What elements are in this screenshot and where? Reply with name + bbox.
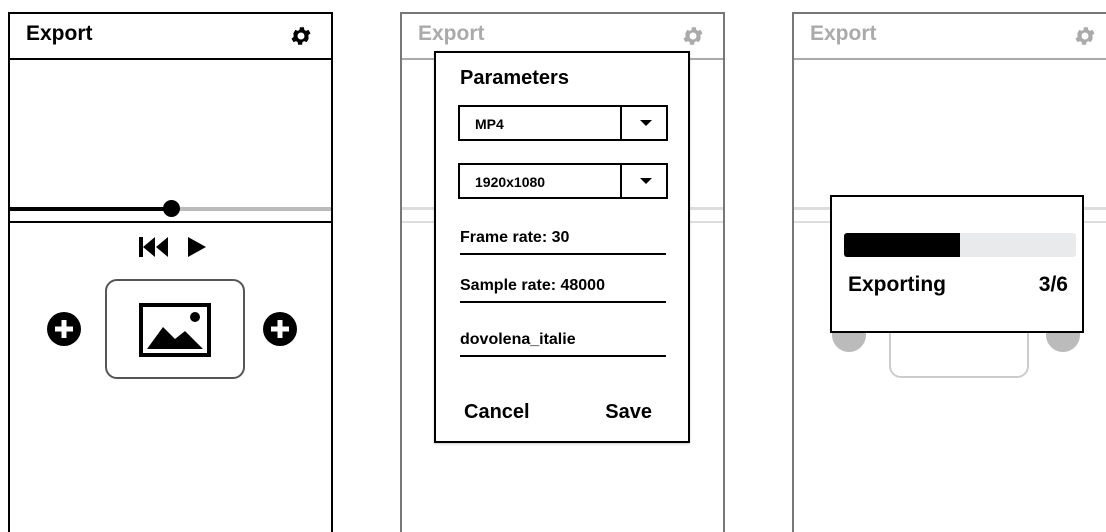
progress-count: 3/6 [1038,273,1068,296]
add-icon[interactable] [46,311,82,347]
add-icon [832,332,866,352]
select-divider [620,165,622,197]
dialog-title: Parameters [460,67,569,89]
resolution-select-value: 1920x1080 [475,174,546,190]
format-select-value: MP4 [475,116,504,132]
sample-rate-value: Sample rate: 48000 [460,277,605,294]
resolution-select[interactable]: 1920x1080 [458,163,668,199]
media-thumbnail[interactable] [105,279,245,379]
header: Export [794,14,1106,60]
add-icon[interactable] [262,311,298,347]
filename-field[interactable]: dovolena_italie [460,329,666,357]
page-title: Export [26,22,93,45]
progress-label: Exporting [848,273,946,296]
save-button[interactable]: Save [605,401,652,424]
format-select[interactable]: MP4 [458,105,668,141]
frame-rate-field[interactable]: Frame rate: 30 [460,227,666,255]
page-title: Export [810,22,877,45]
header: Export [10,14,331,60]
sample-rate-field[interactable]: Sample rate: 48000 [460,275,666,303]
page-title: Export [418,22,485,45]
chevron-down-icon[interactable] [640,120,652,126]
progress-bar [844,233,1076,257]
export-screen: Export [8,12,333,532]
divider [10,221,331,223]
gear-icon[interactable] [289,24,313,48]
parameters-dialog: Parameters MP4 1920x1080 Frame rate: 30 … [434,51,690,443]
timeline-progress [10,207,172,211]
timeline-scrubber-handle[interactable] [163,200,180,217]
filename-value: dovolena_italie [460,331,576,348]
gear-icon [683,27,703,45]
cancel-button[interactable]: Cancel [464,401,530,424]
progress-bar-fill [844,233,960,257]
frame-rate-value: Frame rate: 30 [460,229,570,246]
image-icon [139,303,211,357]
gear-icon [1075,27,1095,45]
add-icon [1046,332,1080,352]
rewind-icon[interactable] [138,234,172,260]
chevron-down-icon[interactable] [640,178,652,184]
select-divider [620,107,622,139]
play-icon[interactable] [184,234,210,260]
export-progress-dialog: Exporting 3/6 [830,195,1084,333]
